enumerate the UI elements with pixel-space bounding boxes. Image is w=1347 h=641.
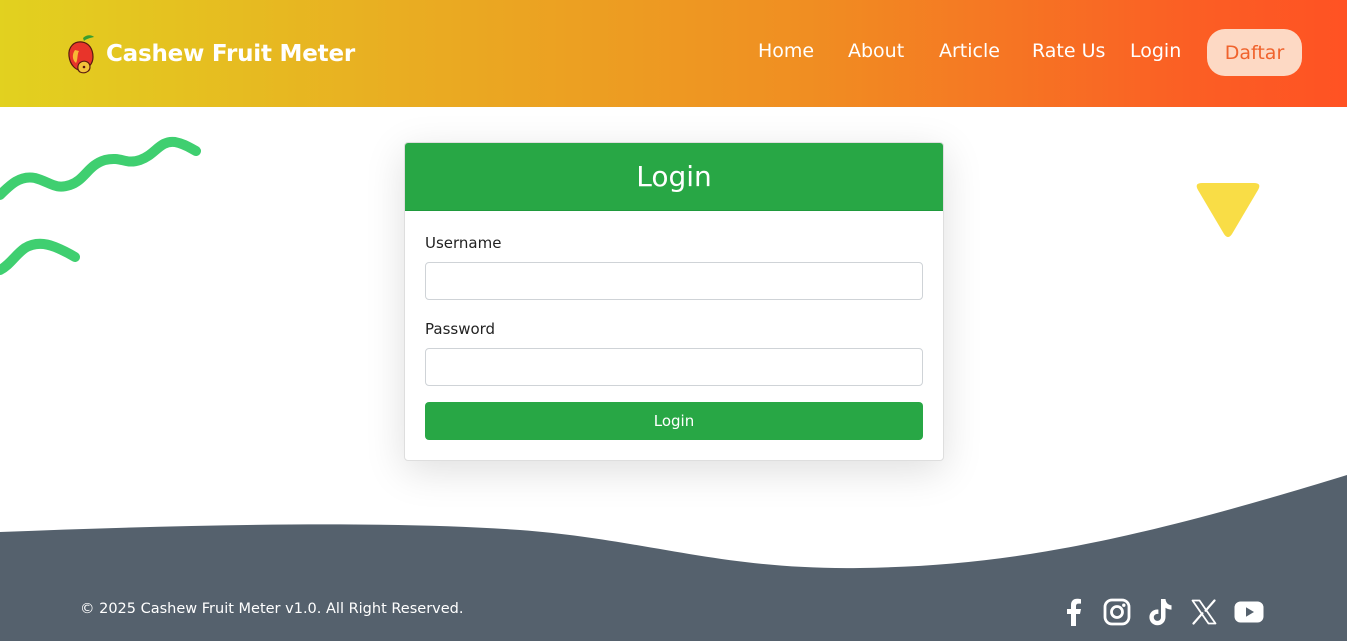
username-input[interactable] [425, 262, 923, 300]
tiktok-icon[interactable] [1145, 597, 1175, 627]
x-icon[interactable] [1189, 597, 1219, 627]
nav-link-about[interactable]: About [848, 40, 904, 62]
navbar: Cashew Fruit Meter Home About Article Ra… [0, 0, 1347, 107]
password-input[interactable] [425, 348, 923, 386]
yellow-triangle-icon [1196, 183, 1260, 237]
cashew-fruit-logo-icon [68, 35, 94, 74]
youtube-icon[interactable] [1233, 597, 1265, 627]
footer-copyright: © 2025 Cashew Fruit Meter v1.0. All Righ… [80, 601, 464, 617]
password-label: Password [425, 320, 496, 338]
brand-name: Cashew Fruit Meter [106, 41, 355, 67]
green-squiggle-icon [0, 136, 201, 275]
nav-link-article[interactable]: Article [939, 40, 1000, 62]
nav-link-rate-us[interactable]: Rate Us [1032, 40, 1105, 62]
instagram-icon[interactable] [1102, 597, 1132, 627]
login-card: Login Username Password Login [404, 142, 944, 461]
nav-link-login[interactable]: Login [1130, 40, 1181, 62]
username-label: Username [425, 234, 502, 252]
login-submit-button[interactable]: Login [425, 402, 923, 440]
brand[interactable]: Cashew Fruit Meter [66, 32, 355, 76]
nav-link-home[interactable]: Home [758, 40, 814, 62]
facebook-icon[interactable] [1059, 597, 1089, 627]
login-card-title: Login [405, 143, 943, 211]
daftar-button[interactable]: Daftar [1207, 29, 1302, 76]
